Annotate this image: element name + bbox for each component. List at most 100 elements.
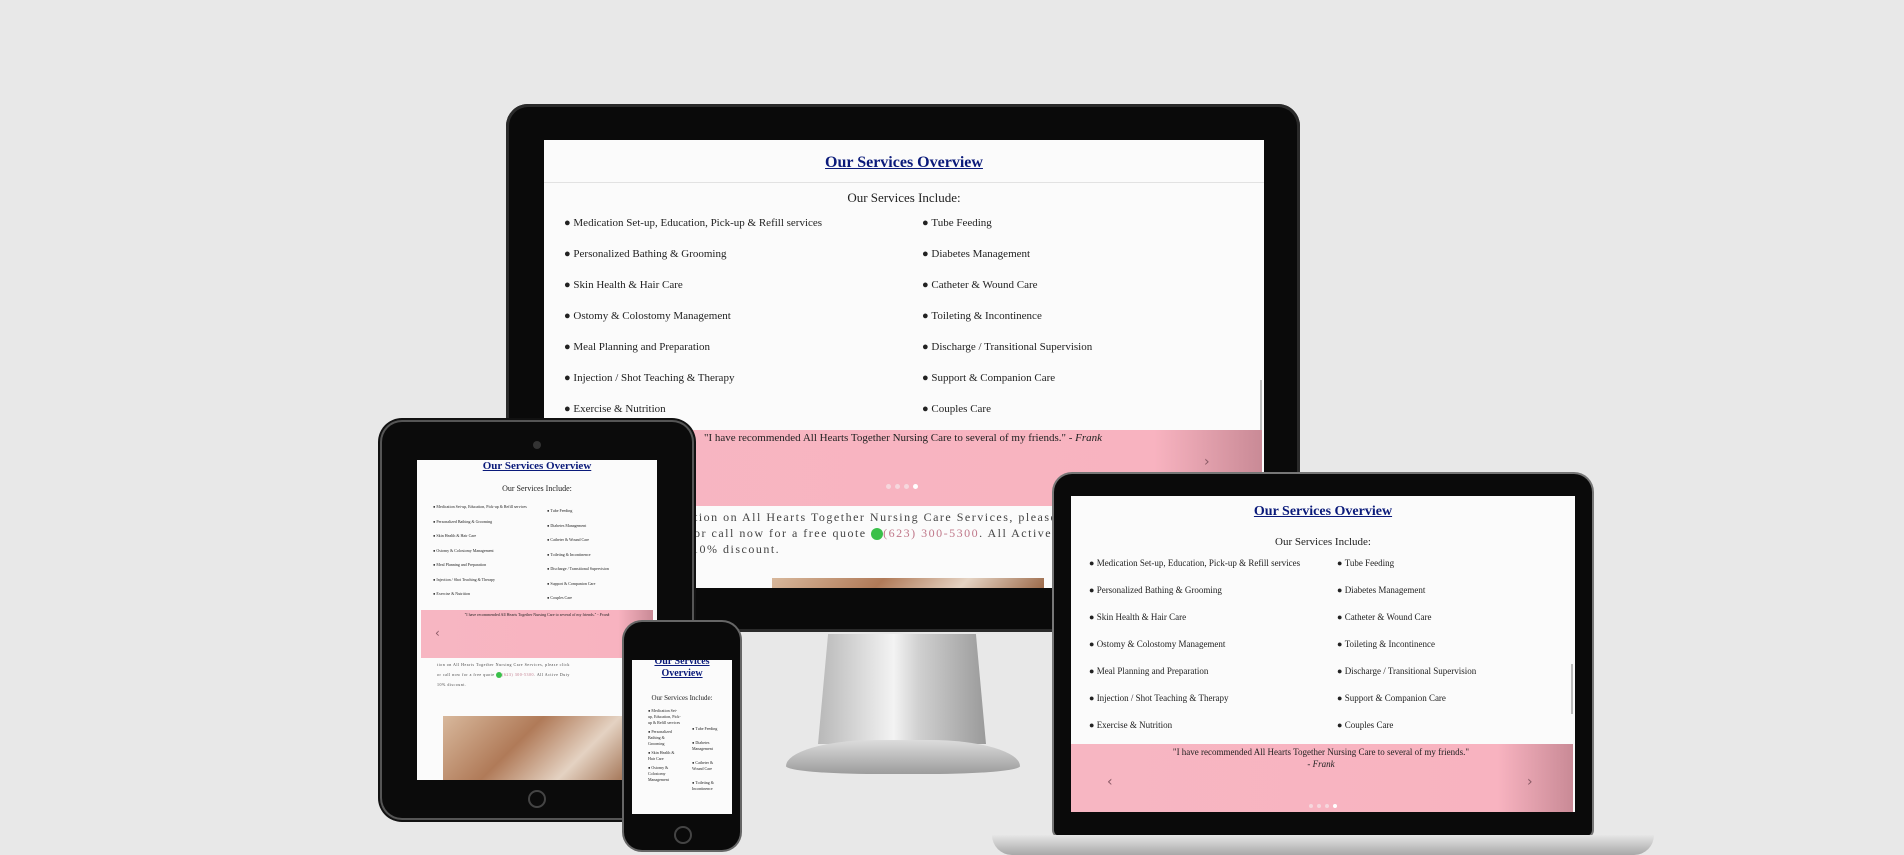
carousel-dot[interactable] [1325,804,1329,808]
chevron-right-icon[interactable]: › [1204,454,1210,470]
list-item: Tube Feeding [1337,550,1476,577]
carousel-indicators[interactable] [884,484,920,489]
tablet-screen: Our Services Overview Our Services Inclu… [417,460,657,780]
list-item: Discharge / Transitional Supervision [1337,658,1477,685]
list-item: Catheter & Wound Care [692,760,722,772]
care-photo [772,578,1044,588]
list-item: Diabetes Management [1337,577,1476,604]
info-line-2: or call now for a free quote (623) 300-5… [694,526,1087,541]
monitor-stand-neck [818,634,986,744]
list-item: Toileting & Incontinence [1337,631,1476,658]
chevron-right-icon[interactable]: › [1527,774,1533,790]
laptop-screen: Our Services Overview Our Services Inclu… [1071,496,1575,812]
list-item: Personalized Bathing & Grooming [1089,577,1300,604]
list-item: Skin Health & Hair Care [564,270,822,301]
list-item: Catheter & Wound Care [922,270,1092,301]
list-item: Support & Companion Care [1337,685,1476,712]
services-subtitle: Our Services Include: [1275,536,1371,548]
carousel-dot-active[interactable] [913,484,918,489]
info-text: . All Active Duty [534,672,570,677]
info-line-1: tion on All Hearts Together Nursing Care… [437,662,570,667]
services-subtitle: Our Services Include: [502,484,572,493]
services-list-right: Tube Feeding Diabetes Management Cathete… [922,208,1092,425]
page-title: Our Services Overview [825,154,983,171]
list-item: Medication Set-up, Education, Pick-up & … [433,500,526,515]
services-subtitle: Our Services Include: [847,190,961,205]
list-item: Tube Feeding [692,726,722,732]
testimonial-carousel[interactable]: "I have recommended All Hearts Together … [1071,744,1573,812]
scrollbar[interactable] [1571,664,1573,714]
list-item: Medication Set-up, Education, Pick-up & … [564,208,822,239]
list-item: Personalized Bathing & Grooming [564,239,822,270]
list-item: Tube Feeding [547,504,609,519]
list-item: Injection / Shot Teaching & Therapy [1089,685,1300,712]
list-item: Catheter & Wound Care [1337,604,1476,631]
services-list-left: Medication Set-up, Education, Pick-up & … [648,708,682,783]
list-item: Tube Feeding [922,208,1092,239]
list-item: Diabetes Management [547,519,609,534]
list-item: Medication Set-up, Education, Pick-up & … [648,708,682,726]
list-item: Meal Planning and Preparation [1089,658,1300,685]
home-button-icon [674,826,692,844]
phone-link[interactable]: (623) 300-5300 [883,526,979,540]
quote-author: Frank [1075,432,1103,444]
services-list-right: Tube Feeding Diabetes Management Cathete… [1337,550,1477,739]
list-item: Catheter & Wound Care [547,533,609,548]
services-list-left: Medication Set-up, Education, Pick-up & … [433,500,527,602]
services-subtitle: Our Services Include: [651,694,713,702]
testimonial-quote: "I have recommended All Hearts Together … [1171,746,1471,770]
list-item: Discharge / Transitional Supervision [547,562,608,577]
carousel-dot[interactable] [904,484,909,489]
phone-link[interactable]: (623) 300-5300 [502,672,534,677]
list-item: Personalized Bathing & Grooming [433,515,527,530]
list-item: Exercise & Nutrition [1089,712,1300,739]
list-item: Diabetes Management [922,239,1092,270]
care-photo [443,716,633,780]
info-line-3: 10% discount. [437,682,467,687]
carousel-dot[interactable] [895,484,900,489]
carousel-dot-active[interactable] [1333,804,1337,808]
page-title: Our Services Overview [482,460,592,472]
list-item: Exercise & Nutrition [433,587,527,602]
list-item: Meal Planning and Preparation [564,332,822,363]
list-item: Toileting & Incontinence [922,301,1092,332]
phone-screen: Our Services Overview Our Services Inclu… [632,660,732,814]
list-item: Exercise & Nutrition [564,394,822,425]
list-item: Injection / Shot Teaching & Therapy [433,573,527,588]
page-title: Our Services Overview [654,660,710,679]
whatsapp-icon[interactable] [871,528,884,541]
list-item: Discharge / Transitional Supervision [922,332,1092,363]
chevron-left-icon[interactable]: ‹ [435,626,440,640]
list-item: Ostomy & Colostomy Management [648,765,682,783]
carousel-dot[interactable] [1317,804,1321,808]
list-item: Skin Health & Hair Care [433,529,527,544]
list-item: Ostomy & Colostomy Management [564,301,822,332]
list-item: Meal Planning and Preparation [433,558,527,573]
list-item: Ostomy & Colostomy Management [433,544,527,559]
services-list-right: Tube Feeding Diabetes Management Cathete… [547,504,609,606]
list-item: Skin Health & Hair Care [648,750,682,762]
carousel-dot[interactable] [886,484,891,489]
services-list-left: Medication Set-up, Education, Pick-up & … [564,208,822,425]
list-item: Couples Care [1337,712,1476,739]
carousel-dot[interactable] [1309,804,1313,808]
quote-text: "I have recommended All Hearts Together … [703,432,1073,444]
services-list-right: Tube Feeding Diabetes Management Cathete… [692,726,722,792]
quote-author: Frank [599,612,610,617]
monitor-stand-base [786,740,1020,774]
home-button-icon [528,790,546,808]
list-item: Diabetes Management [692,740,722,752]
info-line-3: 10% discount. [692,542,781,556]
laptop-base [992,835,1654,855]
list-item: Couples Care [547,591,609,606]
chevron-left-icon[interactable]: ‹ [1107,774,1113,790]
list-item: Toileting & Incontinence [692,780,722,792]
list-item: Support & Companion Care [922,363,1092,394]
list-item: Toileting & Incontinence [547,548,609,563]
testimonial-carousel[interactable]: "I have recommended All Hearts Together … [421,610,653,658]
camera-icon [533,441,541,449]
carousel-indicators[interactable] [1307,804,1339,808]
list-item: Injection / Shot Teaching & Therapy [564,363,822,394]
list-item: Support & Companion Care [547,577,609,592]
list-item: Couples Care [922,394,1092,425]
